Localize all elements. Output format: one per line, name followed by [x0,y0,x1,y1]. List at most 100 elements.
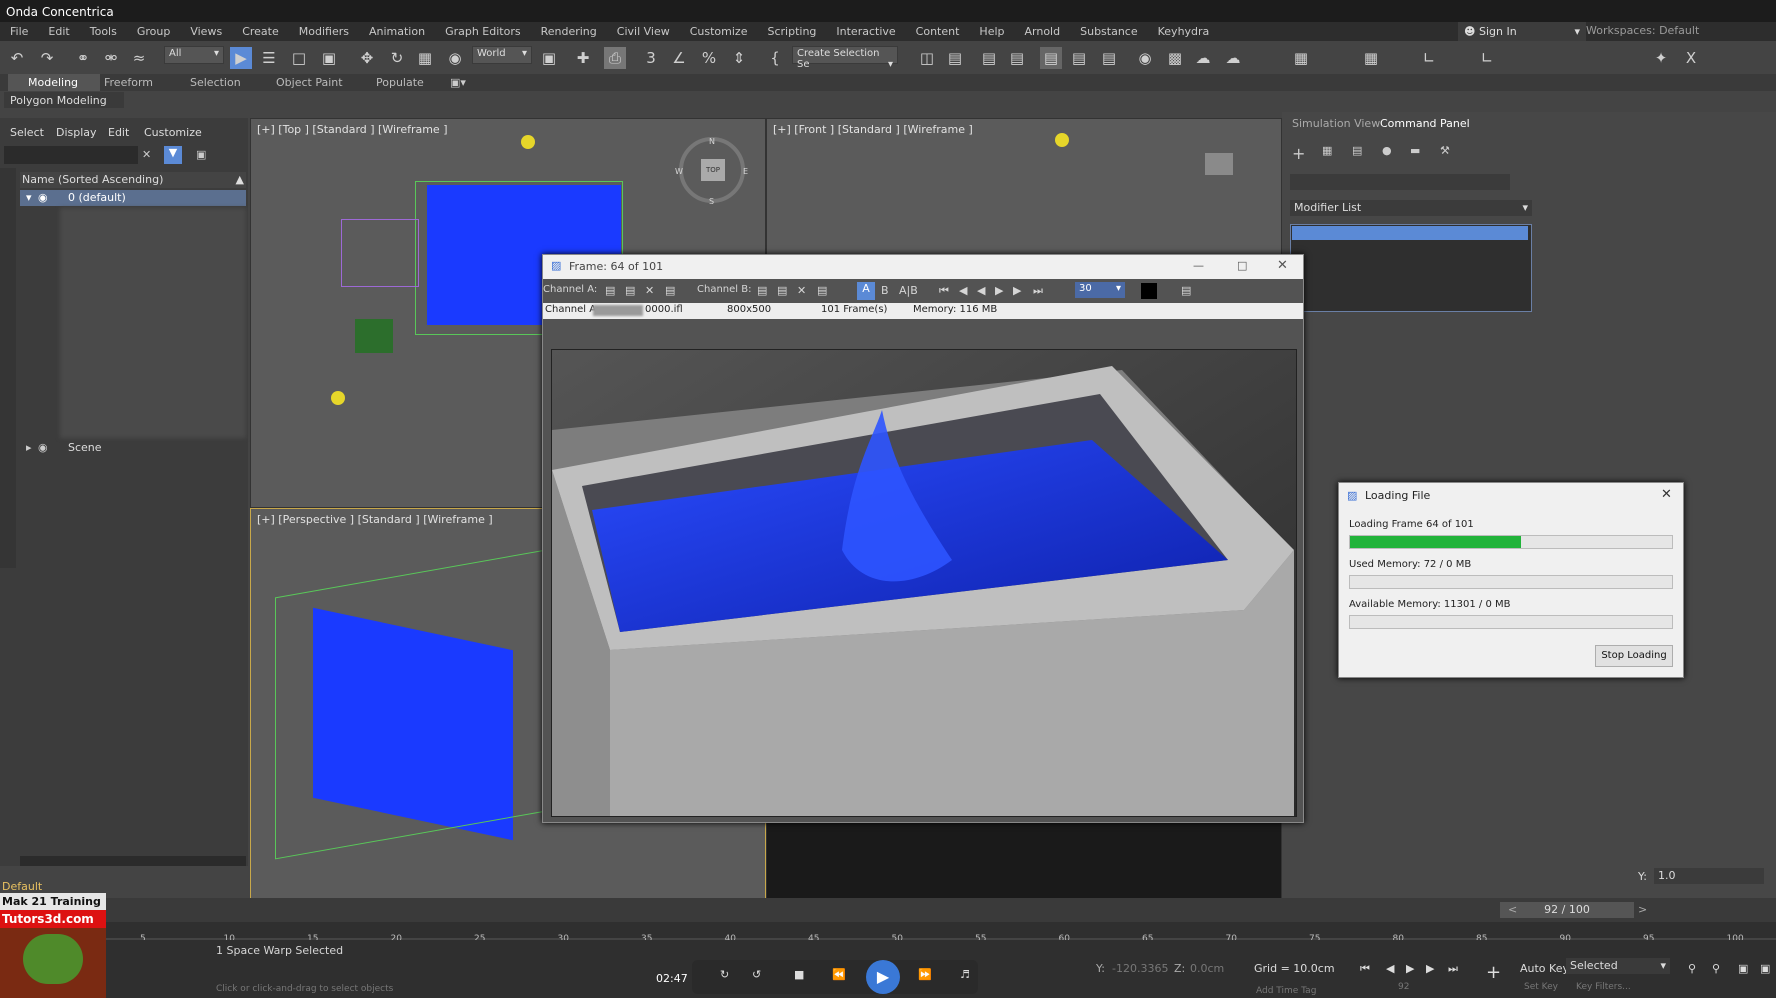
refresh-icon[interactable]: ↺ [752,968,761,981]
xp-icon[interactable]: X [1680,47,1702,69]
mirror-icon[interactable]: ◫ [916,47,938,69]
menu-arnold[interactable]: Arnold [1015,22,1071,41]
tab-selection[interactable]: Selection [190,76,241,89]
key-mode-dropdown[interactable]: Selected ▾ [1566,958,1670,974]
goto-start-icon[interactable]: ⏮ [1360,962,1370,976]
viewport-top-label[interactable]: [+] [Top ] [Standard ] [Wireframe ] [257,123,448,136]
z-coord-value[interactable]: 0.0cm [1190,962,1224,975]
play-icon[interactable]: ▶ [866,960,900,994]
snap-grid-icon[interactable]: ▦ [1360,47,1382,69]
scene-tab-display[interactable]: Display [56,126,97,139]
y-spinner[interactable]: 1.0 [1654,868,1764,884]
save-icon[interactable]: ▤ [625,284,635,297]
zoom-all-icon[interactable]: ⚲ [1712,962,1720,975]
menu-animation[interactable]: Animation [359,22,435,41]
ik-tool-icon[interactable]: ∟ [1476,47,1498,69]
tab-command-panel[interactable]: Command Panel [1380,117,1470,130]
current-frame-field[interactable]: 92 [1398,982,1409,992]
clear-search-icon[interactable]: ✕ [142,148,151,161]
rendered-frame-window-icon[interactable]: ☁ [1192,47,1214,69]
modifier-list-dropdown[interactable]: Modifier List ▾ [1290,200,1532,216]
channel-a-toggle-icon[interactable]: A [857,282,875,300]
goto-start-icon[interactable]: ⏮ [939,284,949,298]
loading-file-dialog[interactable]: ▨ Loading File ✕ Loading Frame 64 of 101… [1338,482,1684,678]
stop-icon[interactable]: ■ [794,968,804,981]
menu-file[interactable]: File [0,22,38,41]
next-frame-icon[interactable]: ▶ [1426,962,1434,975]
modifier-stack-selected[interactable] [1292,226,1528,240]
ram-player-config-icon[interactable]: ▤ [1181,284,1191,297]
link-icon[interactable]: ⚭ [72,47,94,69]
menu-graph-editors[interactable]: Graph Editors [435,22,531,41]
menu-edit[interactable]: Edit [38,22,79,41]
create-selection-set-dropdown[interactable]: Create Selection Se ▾ [792,46,898,70]
close-icon[interactable]: ✕ [1661,487,1672,502]
edit-named-selection-icon[interactable]: { [764,47,786,69]
maximize-viewport-icon[interactable]: ▣ [1760,962,1770,975]
play-small-icon[interactable]: ▶ [1406,962,1414,975]
zoom-extents-icon[interactable]: ▣ [1738,962,1748,975]
rectangular-selection-icon[interactable]: □ [288,47,310,69]
place-icon[interactable]: ◉ [444,47,466,69]
utilities-icon[interactable]: ⚒ [1440,144,1450,157]
prev-arrow-icon[interactable]: < [1508,903,1517,916]
minimize-icon[interactable]: — [1193,259,1204,272]
key-filters-button[interactable]: Key Filters... [1576,982,1631,992]
open-b-icon[interactable]: ▤ [757,284,767,297]
create-icon[interactable]: + [1292,144,1305,163]
next-frame-icon[interactable]: ▶ [1013,284,1021,297]
snap-toggle-icon[interactable]: 3 [640,47,662,69]
frame-window-titlebar[interactable]: ▨ Frame: 64 of 101 — □ ✕ [543,255,1303,279]
set-key-icon[interactable]: + [1486,962,1501,983]
set-key-button[interactable]: Set Key [1524,982,1558,992]
layer-explorer-icon[interactable]: ▤ [978,47,1000,69]
menu-tools[interactable]: Tools [80,22,127,41]
stop-loading-button[interactable]: Stop Loading [1595,645,1673,667]
unlink-icon[interactable]: ⚮ [100,47,122,69]
menu-create[interactable]: Create [232,22,289,41]
selection-filter-dropdown[interactable]: All ▾ [164,46,224,64]
select-object-icon[interactable]: ▶ [230,47,252,69]
schematic-view-icon[interactable]: ▤ [1098,47,1120,69]
manipulate-icon[interactable]: ✚ [572,47,594,69]
expand-icon[interactable]: ▾ [26,191,32,204]
eye-icon[interactable]: ◉ [38,441,48,454]
print-b-icon[interactable]: ▤ [817,284,827,297]
redo-icon[interactable]: ↷ [36,47,58,69]
keyboard-shortcut-icon[interactable]: ⎙ [604,47,626,69]
scale-icon[interactable]: ▦ [414,47,436,69]
angle-snap-icon[interactable]: ∠ [668,47,690,69]
menu-customize[interactable]: Customize [680,22,758,41]
display-icon[interactable]: ▬ [1410,144,1420,157]
menu-rendering[interactable]: Rendering [531,22,607,41]
y-coord-value[interactable]: -120.3365 [1112,962,1168,975]
menu-substance[interactable]: Substance [1070,22,1148,41]
menu-civil-view[interactable]: Civil View [607,22,680,41]
align-icon[interactable]: ▤ [944,47,966,69]
hierarchy-icon[interactable]: ▤ [1352,144,1362,157]
undo-icon[interactable]: ↶ [6,47,28,69]
spinner-snap-icon[interactable]: ⇕ [728,47,750,69]
bind-space-warp-icon[interactable]: ≈ [128,47,150,69]
play-reverse-icon[interactable]: ◀ [977,284,985,297]
window-crossing-icon[interactable]: ▣ [318,47,340,69]
menu-group[interactable]: Group [127,22,181,41]
prev-frame-icon[interactable]: ◀ [1386,962,1394,975]
channel-b-toggle-icon[interactable]: B [881,284,889,297]
print-icon[interactable]: ▤ [665,284,675,297]
next-arrow-icon[interactable]: > [1638,903,1647,916]
close-icon[interactable]: ✕ [1277,258,1288,273]
collapse-icon[interactable]: ▸ [26,441,32,454]
rotate-icon[interactable]: ↻ [386,47,408,69]
tab-simulation-view[interactable]: Simulation View [1292,117,1380,130]
object-name-field[interactable] [1290,174,1510,190]
filter-icon[interactable]: ▼ [164,146,182,164]
curve-editor-icon[interactable]: ▤ [1068,47,1090,69]
bone-tool-icon[interactable]: ∟ [1418,47,1440,69]
auto-key-button[interactable]: Auto Key [1520,962,1569,975]
loop-icon[interactable]: ↻ [720,968,729,981]
viewport-perspective-label[interactable]: [+] [Perspective ] [Standard ] [Wirefram… [257,513,493,526]
percent-snap-icon[interactable]: % [698,47,720,69]
tab-object-paint[interactable]: Object Paint [276,76,343,89]
grid-icon[interactable]: ▦ [1290,47,1312,69]
